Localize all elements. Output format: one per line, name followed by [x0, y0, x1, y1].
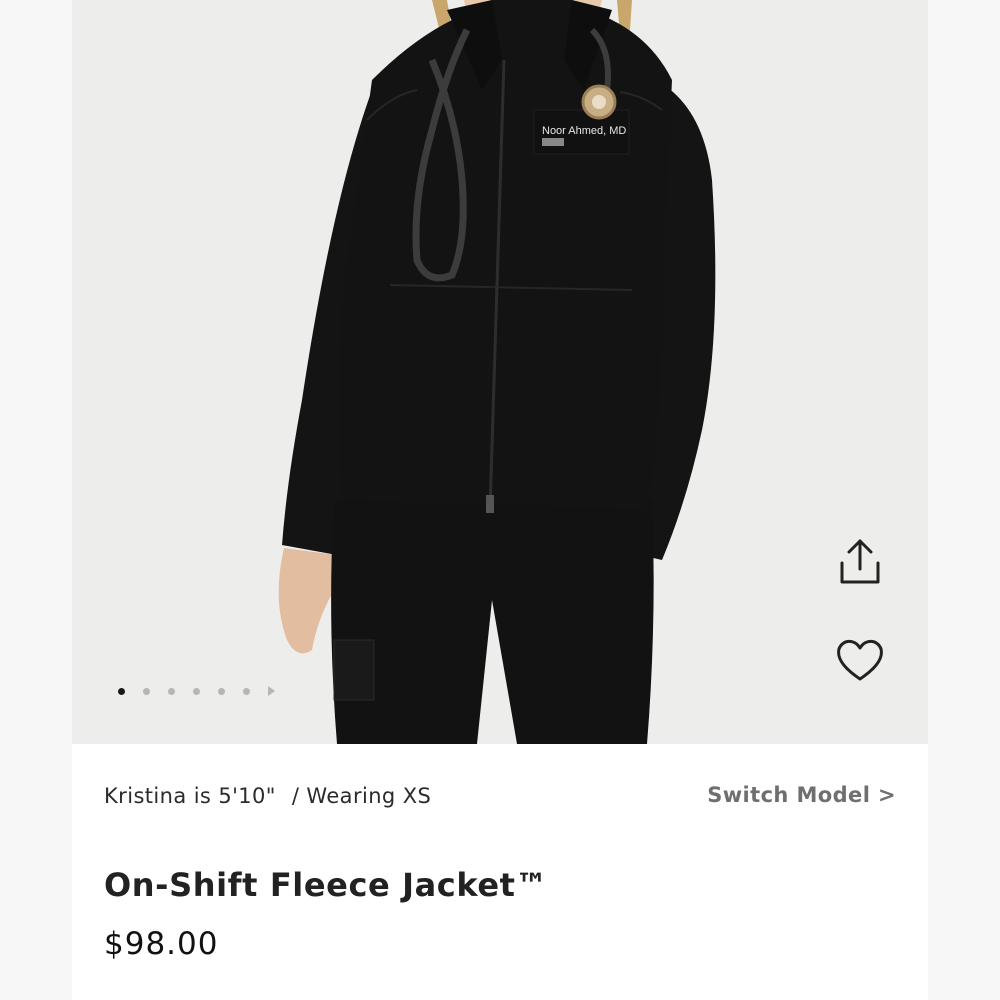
embroidery-text: Noor Ahmed, MD: [542, 125, 626, 137]
product-title: On-Shift Fleece Jacket™: [104, 866, 549, 904]
model-info: Kristina is 5'10" / Wearing XS: [104, 784, 431, 808]
model-size-text: / Wearing XS: [291, 784, 432, 808]
carousel-dot[interactable]: [168, 687, 175, 695]
share-icon: [840, 539, 880, 584]
carousel-dot[interactable]: [193, 687, 200, 695]
carousel-dot-active[interactable]: [118, 687, 125, 695]
product-price: $98.00: [104, 926, 219, 962]
heart-icon: [837, 639, 883, 681]
product-photo: Noor Ahmed, MD: [278, 0, 716, 744]
product-image-carousel[interactable]: Noor Ahmed, MD: [72, 0, 928, 744]
favorite-button[interactable]: [830, 630, 890, 690]
model-height-text: Kristina is 5'10": [104, 784, 276, 808]
carousel-dot[interactable]: [218, 687, 225, 695]
switch-model-link[interactable]: Switch Model >: [707, 783, 896, 807]
carousel-indicator[interactable]: [118, 684, 275, 698]
carousel-dot[interactable]: [243, 687, 250, 695]
carousel-dot[interactable]: [143, 687, 150, 695]
share-button[interactable]: [830, 532, 890, 592]
carousel-next-arrow-icon[interactable]: [268, 686, 275, 696]
